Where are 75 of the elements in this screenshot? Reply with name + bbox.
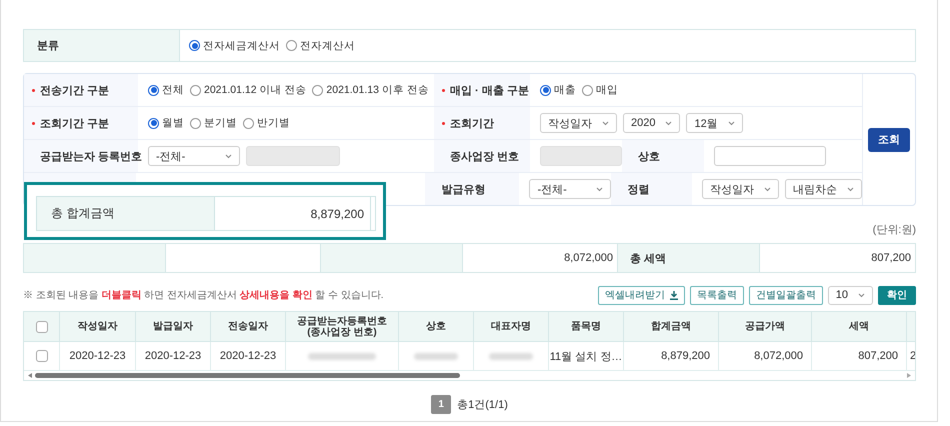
select-field[interactable]: -전체- bbox=[529, 179, 612, 199]
field-label: 정렬 bbox=[611, 173, 692, 205]
input-field[interactable] bbox=[714, 146, 826, 166]
radio-option[interactable]: 전체 bbox=[148, 83, 184, 97]
caret-icon bbox=[728, 120, 735, 126]
table-cell-text: 11월 설치 정… bbox=[550, 350, 622, 364]
redacted-text bbox=[308, 352, 376, 360]
table-cell: 8,072,000 bbox=[754, 350, 803, 362]
field-label: 상호 bbox=[622, 140, 704, 172]
page-size-select[interactable]: 10 bbox=[828, 286, 873, 304]
field-label: 발급유형 bbox=[425, 173, 520, 205]
select-field[interactable]: -전체- bbox=[148, 146, 240, 166]
redacted-text bbox=[414, 352, 458, 360]
radio-option[interactable]: 전자세금계산서 bbox=[189, 38, 280, 52]
column-header: 전송일자 bbox=[211, 312, 286, 342]
caret-icon bbox=[225, 154, 232, 158]
horizontal-scrollbar[interactable] bbox=[24, 370, 915, 380]
caret-icon bbox=[847, 186, 854, 192]
select-field[interactable]: 12월 bbox=[686, 113, 743, 133]
notice-text: ※ 조회된 내용을 더블클릭 하면 전자세금계산서 상세내용을 확인 할 수 있습니다. bbox=[23, 289, 384, 302]
toolbar-button[interactable]: 목록출력 bbox=[690, 286, 744, 304]
column-header: 세액 bbox=[812, 312, 907, 342]
table-cell: 2020-12-23 bbox=[144, 350, 202, 362]
result-count: 총1건(1/1) bbox=[457, 398, 508, 412]
total-label: 총 세액 bbox=[630, 252, 666, 266]
confirm-button[interactable]: 확인 bbox=[878, 286, 916, 304]
radio-option[interactable]: 반기별 bbox=[243, 116, 290, 130]
scroll-right-icon[interactable] bbox=[907, 373, 911, 378]
total-value: 8,072,000 bbox=[564, 252, 613, 264]
table-cell: 2020-12-23 bbox=[220, 350, 276, 362]
select-field[interactable]: 2020 bbox=[623, 113, 680, 133]
radio-option[interactable]: 2021.01.13 이후 전송 bbox=[312, 83, 429, 97]
select-field[interactable]: 작성일자 bbox=[702, 179, 780, 199]
column-header: 공급받는자등록번호 (종사업장 번호) bbox=[286, 312, 399, 342]
unit-text: (단위:원) bbox=[872, 223, 916, 237]
caret-icon bbox=[665, 120, 672, 126]
redacted-text bbox=[488, 352, 534, 360]
select-field[interactable]: 작성일자 bbox=[540, 113, 617, 133]
caret-icon bbox=[764, 186, 772, 192]
radio-option[interactable]: 전자계산서 bbox=[286, 38, 355, 52]
radio-option[interactable]: 매출 bbox=[540, 83, 576, 97]
table-cell: 807,200 bbox=[858, 350, 898, 362]
select-field[interactable]: 내림차순 bbox=[785, 179, 862, 199]
toolbar-button[interactable]: 엑셀내려받기 bbox=[598, 286, 685, 304]
field-label: 전송기간 구분 bbox=[24, 74, 138, 106]
column-header: 품목명 bbox=[549, 312, 624, 342]
total-value: 8,879,200 bbox=[215, 197, 371, 230]
caret-icon bbox=[602, 120, 609, 126]
field-label: 조회기간 구분 bbox=[24, 107, 138, 139]
column-header: 작성일자 bbox=[60, 312, 136, 342]
radio-option[interactable]: 2021.01.12 이내 전송 bbox=[190, 83, 306, 97]
caret-icon bbox=[596, 186, 604, 192]
table-cell: 2020-12-23 bbox=[69, 350, 126, 362]
field-label: 매입 · 매출 구분 bbox=[434, 74, 530, 106]
column-header: 공급가액 bbox=[719, 312, 812, 342]
search-button[interactable]: 조회 bbox=[868, 128, 910, 152]
table-cell: 8,879,200 bbox=[661, 350, 710, 362]
total-value: 807,200 bbox=[871, 252, 911, 264]
column-header: 합계금액 bbox=[624, 312, 719, 342]
field-label: 종사업장 번호 bbox=[434, 140, 530, 172]
caret-icon bbox=[858, 292, 865, 298]
column-header: 발급일자 bbox=[136, 312, 211, 342]
download-icon bbox=[670, 290, 678, 300]
radio-option[interactable]: 월별 bbox=[148, 116, 184, 130]
toolbar-button[interactable]: 건별일괄출력 bbox=[748, 286, 823, 304]
field-label: 조회기간 bbox=[434, 107, 530, 139]
field-label: 분류 bbox=[24, 30, 180, 61]
checkbox[interactable] bbox=[36, 320, 48, 332]
scroll-left-icon[interactable] bbox=[28, 373, 32, 378]
total-label: 총 합계금액 bbox=[37, 197, 215, 230]
radio-option[interactable]: 매입 bbox=[582, 83, 618, 97]
checkbox[interactable] bbox=[36, 350, 48, 362]
column-header: 상호 bbox=[399, 312, 474, 342]
radio-option[interactable]: 분기별 bbox=[190, 116, 237, 130]
column-header: 대표자명 bbox=[474, 312, 549, 342]
